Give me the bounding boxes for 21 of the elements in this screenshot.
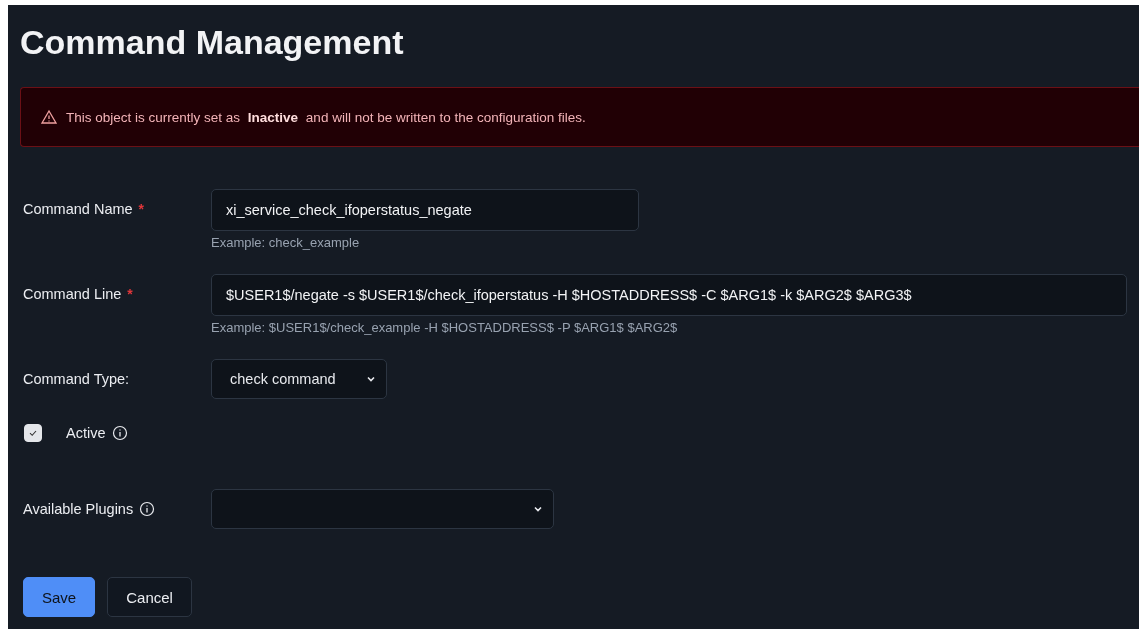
field-label: Command Line: [23, 286, 122, 302]
checkbox-label: Active: [66, 425, 106, 441]
page-title: Command Management: [20, 22, 405, 63]
input-field[interactable]: xi_service_check_ifoperstatus_negate: [211, 189, 639, 231]
warning-icon: [41, 109, 57, 125]
input-field[interactable]: $USER1$/negate -s $USER1$/check_ifoperstatus -H $HOSTADDRESS$ -C $ARG1$ -k $ARG2$ $ARG3$: [211, 274, 1127, 316]
field-label: Command Type:: [23, 371, 130, 387]
cancel-button[interactable]: Cancel: [107, 577, 192, 617]
alert-message: This object is currently set as Inactive and will not be written to the configuration files.: [66, 109, 586, 125]
field-label: Command Name: [23, 201, 133, 217]
chevron-down-icon: [366, 374, 376, 384]
required-mark: *: [127, 286, 133, 302]
field-hint: Example: $USER1$/check_example -H $HOSTADDRESS$ -P $ARG1$ $ARG2$: [211, 320, 679, 335]
checkbox[interactable]: [24, 424, 42, 442]
field-hint: Example: check_example: [211, 235, 361, 250]
chevron-down-icon: [533, 504, 543, 514]
save-button[interactable]: Save: [23, 577, 96, 617]
check-icon: [28, 428, 38, 438]
required-mark: *: [138, 201, 145, 217]
field-label: Available Plugins: [23, 501, 134, 517]
dropdown[interactable]: check command: [211, 359, 387, 399]
